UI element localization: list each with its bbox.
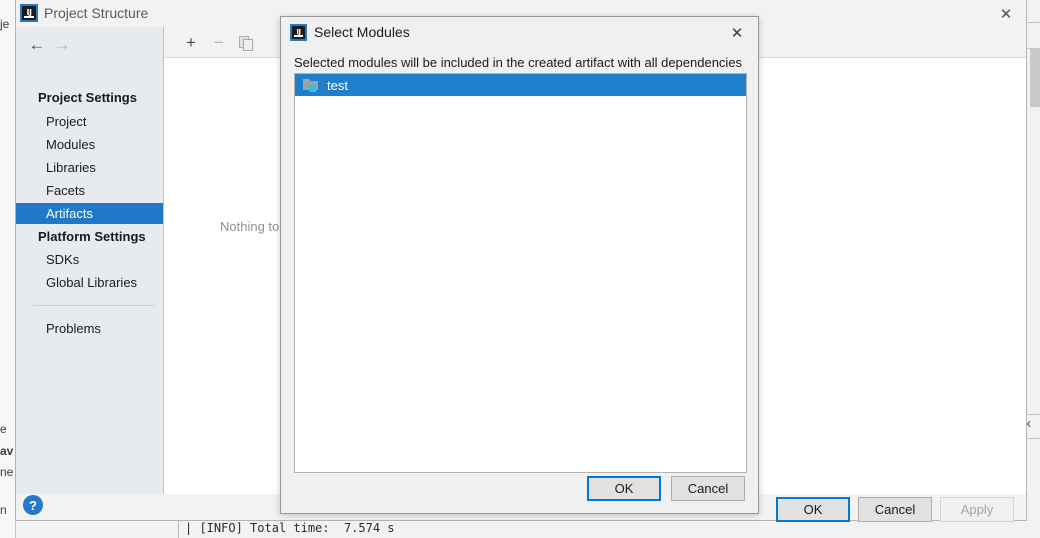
sidebar-item-artifacts[interactable]: Artifacts — [16, 203, 163, 224]
sidebar-divider — [33, 305, 155, 306]
sidebar-item-label: Facets — [46, 183, 86, 198]
vertical-scrollbar-thumb[interactable] — [1030, 49, 1040, 107]
ide-left-text-fragment: je — [0, 17, 10, 31]
module-name: test — [327, 77, 348, 93]
ide-left-text-fragment: e — [0, 422, 7, 436]
cancel-button[interactable]: Cancel — [858, 497, 932, 522]
remove-icon: − — [214, 32, 224, 52]
close-icon[interactable]: ✕ — [996, 4, 1016, 24]
sidebar-item-modules[interactable]: Modules — [16, 134, 162, 155]
ok-button[interactable]: OK — [776, 497, 850, 522]
ide-left-strip: je e av ne n — [0, 0, 16, 538]
intellij-logo-icon: IJ — [20, 4, 38, 22]
ide-left-text-fragment: av — [0, 444, 14, 458]
sidebar-item-label: Artifacts — [46, 206, 93, 221]
back-arrow-icon[interactable]: ← — [24, 31, 50, 57]
console-log-line: | [INFO] Total time: 7.574 s — [185, 521, 395, 535]
sidebar-item-libraries[interactable]: Libraries — [16, 157, 162, 178]
copy-icon — [234, 31, 256, 53]
close-icon[interactable]: ✕ — [728, 24, 746, 42]
sidebar-item-label: Global Libraries — [46, 275, 138, 290]
add-icon[interactable]: + — [180, 31, 202, 53]
window-title: Project Structure — [44, 5, 149, 21]
forward-arrow-icon: → — [53, 34, 71, 54]
dialog-titlebar: IJ Select Modules ✕ — [281, 17, 758, 48]
sidebar-item-facets[interactable]: Facets — [16, 180, 162, 201]
intellij-logo-icon: IJ — [290, 24, 307, 41]
apply-button: Apply — [940, 497, 1014, 522]
sidebar-item-problems[interactable]: Problems — [16, 318, 162, 339]
module-folder-icon — [303, 78, 319, 92]
select-modules-dialog: IJ Select Modules ✕ Selected modules wil… — [280, 16, 759, 514]
cancel-button[interactable]: Cancel — [671, 476, 745, 501]
dialog-hint-text: Selected modules will be included in the… — [294, 55, 743, 70]
ok-button[interactable]: OK — [587, 476, 661, 501]
sidebar-item-global-libraries[interactable]: Global Libraries — [16, 272, 162, 293]
sidebar-item-sdks[interactable]: SDKs — [16, 249, 162, 270]
sidebar-item-label: SDKs — [46, 252, 80, 267]
sidebar-item-label: Problems — [46, 321, 101, 336]
modules-list[interactable]: test — [294, 73, 747, 473]
sidebar-group-platform-settings: Platform Settings — [38, 229, 146, 244]
navigation-arrows: ← → — [24, 31, 94, 57]
sidebar-item-project[interactable]: Project — [16, 111, 162, 132]
ide-left-text-fragment: n — [0, 503, 7, 517]
settings-sidebar: ← → Project Settings Platform Settings P… — [16, 27, 164, 494]
dialog-title: Select Modules — [314, 24, 410, 40]
sidebar-item-label: Project — [46, 114, 87, 129]
project-structure-button-bar: OK Cancel Apply — [776, 497, 1014, 522]
console-gutter — [178, 518, 179, 538]
sidebar-group-project-settings: Project Settings — [38, 90, 137, 105]
dialog-button-bar: OK Cancel — [587, 476, 745, 501]
list-item[interactable]: test — [295, 74, 746, 96]
sidebar-item-label: Modules — [46, 137, 96, 152]
ide-left-text-fragment: ne — [0, 465, 14, 479]
sidebar-item-label: Libraries — [46, 160, 96, 175]
help-button[interactable]: ? — [23, 495, 43, 515]
